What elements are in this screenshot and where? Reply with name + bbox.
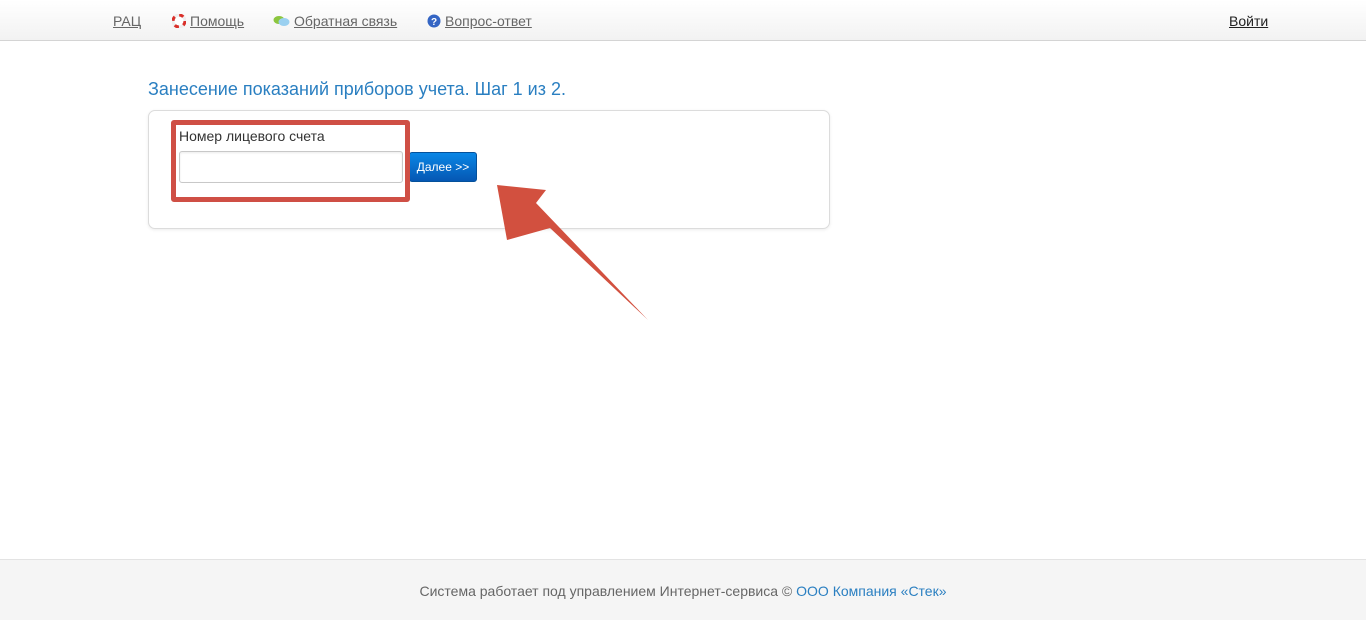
nav-link-feedback[interactable]: Обратная связь [273,12,397,30]
question-icon: ? [427,14,441,28]
annotation-arrow [497,185,648,320]
top-navigation-bar: РАЦ Помощь Обратная связь ? Вопрос-ответ… [0,0,1366,41]
nav-link-faq[interactable]: ? Вопрос-ответ [427,12,532,30]
nav-link-faq-label: Вопрос-ответ [445,13,532,29]
footer-text: Система работает под управлением Интерне… [0,583,1366,599]
next-button[interactable]: Далее >> [409,152,477,182]
login-link[interactable]: Войти [1229,12,1268,30]
page-title: Занесение показаний приборов учета. Шаг … [148,79,566,99]
lifebuoy-icon [172,14,186,28]
nav-link-feedback-label: Обратная связь [294,13,398,29]
footer: Система работает под управлением Интерне… [0,559,1366,620]
account-number-label: Номер лицевого счета [179,128,325,144]
svg-text:?: ? [431,17,437,28]
nav-link-rac[interactable]: РАЦ [113,12,141,30]
footer-copyright-text: Система работает под управлением Интерне… [419,583,793,599]
nav-link-help[interactable]: Помощь [172,12,244,30]
speech-bubbles-icon [273,16,290,26]
account-number-input[interactable] [179,151,403,183]
nav-link-help-label: Помощь [190,13,245,29]
footer-company-link[interactable]: ООО Компания «Стек» [796,583,946,599]
